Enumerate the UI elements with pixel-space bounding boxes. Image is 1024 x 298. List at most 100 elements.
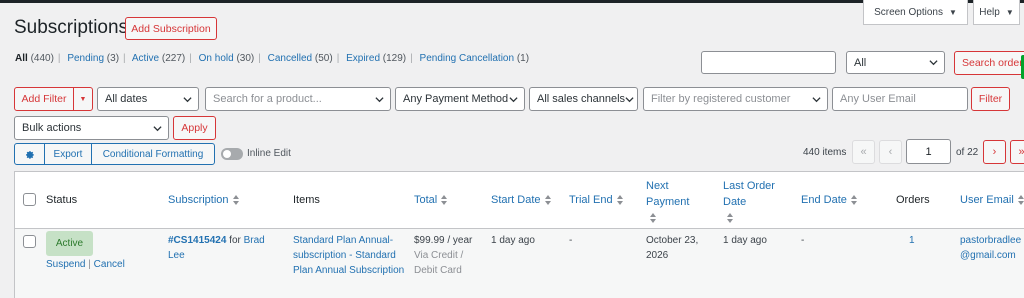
filter-on-hold[interactable]: On hold (30) — [199, 53, 255, 64]
help-tab[interactable]: Help ▼ — [973, 0, 1020, 25]
sort-icon — [544, 195, 551, 206]
start-date-cell: 1 day ago — [491, 235, 535, 246]
caret-down-icon: ▼ — [79, 95, 87, 103]
add-subscription-button[interactable]: Add Subscription — [125, 17, 217, 40]
dates-value: All dates — [105, 93, 148, 105]
next-payment-cell: October 23, 2026 — [646, 235, 699, 261]
filter-all[interactable]: All (440) — [15, 53, 54, 64]
product-search-select[interactable]: Search for a product... — [205, 87, 391, 111]
sales-channels-select[interactable]: All sales channels — [529, 87, 638, 111]
search-scope-select[interactable]: All — [846, 51, 945, 74]
caret-down-icon: ▼ — [1005, 7, 1014, 17]
page-title: Subscriptions — [14, 17, 129, 38]
user-email-link[interactable]: pastorbradlee@gmail.com — [960, 233, 1024, 263]
row-actions: Suspend | Cancel — [46, 259, 125, 270]
chevron-down-icon — [153, 125, 162, 131]
sort-icon — [232, 195, 239, 206]
settings-button[interactable] — [15, 144, 45, 164]
orders-link[interactable]: 1 — [909, 233, 915, 248]
column-user-email[interactable]: User Email — [960, 192, 1024, 208]
table-toolbar: Export Conditional Formatting — [14, 143, 215, 165]
sort-icon — [1017, 195, 1024, 206]
add-filter-button[interactable]: Add Filter — [14, 87, 74, 111]
trial-end-cell: - — [569, 235, 573, 246]
for-text: for — [229, 235, 241, 246]
sort-icon — [441, 195, 448, 206]
column-last-order-date[interactable]: Last Order Date — [723, 178, 785, 226]
chevron-down-icon — [375, 96, 384, 102]
chevron-down-icon — [812, 96, 821, 102]
column-subscription[interactable]: Subscription — [168, 192, 239, 208]
status-badge: Active — [46, 231, 93, 256]
previous-page-button[interactable]: ‹ — [879, 140, 902, 164]
total-cell: $99.99 / year Via Credit / Debit Card — [414, 233, 489, 278]
screen-options-tab[interactable]: Screen Options ▼ — [863, 0, 968, 25]
sort-icon — [850, 195, 857, 206]
column-next-payment-label: Next Payment — [646, 180, 690, 208]
column-total[interactable]: Total — [414, 192, 448, 208]
add-filter-dropdown[interactable]: ▼ — [73, 87, 93, 111]
column-next-payment[interactable]: Next Payment — [646, 178, 706, 226]
column-orders: Orders — [896, 194, 930, 206]
caret-down-icon: ▼ — [949, 7, 957, 17]
help-label: Help — [979, 6, 1000, 18]
filter-cancelled[interactable]: Cancelled (50) — [268, 53, 333, 64]
product-search-placeholder: Search for a product... — [213, 93, 322, 105]
chevron-down-icon — [625, 96, 634, 102]
current-page-input[interactable]: 1 — [906, 139, 951, 164]
inline-edit-label: Inline Edit — [247, 148, 291, 159]
column-trial-end-label: Trial End — [569, 194, 613, 206]
search-orders-button[interactable]: Search orders — [954, 51, 1024, 75]
column-total-label: Total — [414, 194, 438, 206]
subscription-link[interactable]: #CS1415424 — [168, 235, 226, 246]
conditional-formatting-button[interactable]: Conditional Formatting — [92, 144, 214, 164]
sales-channels-value: All sales channels — [537, 93, 626, 105]
column-trial-end[interactable]: Trial End — [569, 192, 623, 208]
payment-method-select[interactable]: Any Payment Method — [395, 87, 525, 111]
filter-expired[interactable]: Expired (129) — [346, 53, 406, 64]
search-scope-value: All — [854, 56, 867, 69]
first-page-button[interactable]: « — [852, 140, 875, 164]
dates-select[interactable]: All dates — [97, 87, 199, 111]
filter-button[interactable]: Filter — [971, 87, 1010, 111]
column-start-date-label: Start Date — [491, 194, 541, 206]
items-link[interactable]: Standard Plan Annual-subscription - Stan… — [293, 233, 405, 278]
chevron-down-icon — [509, 96, 518, 102]
column-status: Status — [46, 194, 78, 206]
user-email-input[interactable]: Any User Email — [832, 87, 968, 111]
subscription-cell: #CS1415424 for Brad Lee — [168, 233, 273, 263]
payment-method-text: Via Credit / Debit Card — [414, 250, 464, 276]
column-end-date[interactable]: End Date — [801, 192, 857, 208]
last-page-button[interactable]: » — [1010, 140, 1024, 164]
filter-pending[interactable]: Pending (3) — [67, 53, 119, 64]
column-user-email-label: User Email — [960, 194, 1014, 206]
column-start-date[interactable]: Start Date — [491, 192, 551, 208]
filter-active[interactable]: Active (227) — [132, 53, 185, 64]
next-page-button[interactable]: › — [983, 140, 1006, 164]
search-input[interactable] — [701, 51, 836, 74]
suspend-link[interactable]: Suspend — [46, 259, 85, 270]
last-order-date-cell: 1 day ago — [723, 235, 767, 246]
inline-edit-toggle[interactable] — [221, 148, 243, 160]
row-checkbox[interactable] — [23, 235, 36, 248]
column-last-order-date-label: Last Order Date — [723, 180, 775, 208]
filter-pending-cancellation[interactable]: Pending Cancellation (1) — [420, 53, 530, 64]
bulk-actions-select[interactable]: Bulk actions — [14, 116, 169, 140]
chevron-down-icon — [929, 60, 938, 66]
apply-button[interactable]: Apply — [173, 116, 216, 140]
customer-filter-select[interactable]: Filter by registered customer — [643, 87, 828, 111]
cancel-link[interactable]: Cancel — [94, 259, 125, 270]
export-button[interactable]: Export — [45, 144, 92, 164]
total-amount: $99.99 / year — [414, 235, 473, 246]
status-filter-links: All (440) | Pending (3) | Active (227) | On… — [15, 53, 530, 64]
bulk-actions-value: Bulk actions — [22, 122, 82, 134]
select-all-checkbox[interactable] — [23, 193, 36, 206]
sort-icon — [727, 213, 733, 224]
gear-icon — [26, 150, 34, 159]
screen-options-label: Screen Options — [874, 6, 943, 18]
column-subscription-label: Subscription — [168, 194, 229, 206]
customer-filter-placeholder: Filter by registered customer — [651, 93, 791, 105]
chevron-down-icon — [183, 96, 192, 102]
sort-icon — [616, 195, 623, 206]
column-end-date-label: End Date — [801, 194, 847, 206]
